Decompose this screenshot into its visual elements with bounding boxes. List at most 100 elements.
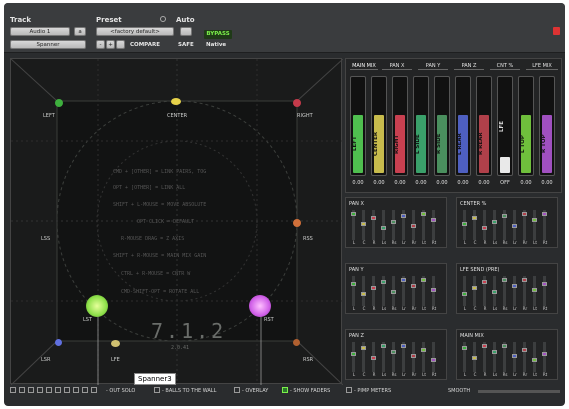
- mini-slider-track[interactable]: [543, 276, 546, 306]
- speaker-rst-ball[interactable]: [249, 295, 271, 317]
- out-solo-checkbox[interactable]: [37, 387, 43, 393]
- mini-slider-knob[interactable]: [351, 212, 356, 216]
- mini-slider-knob[interactable]: [502, 278, 507, 282]
- mini-slider-knob[interactable]: [361, 292, 366, 296]
- mini-slider-track[interactable]: [533, 342, 536, 372]
- mini-slider-track[interactable]: [523, 342, 526, 372]
- balls-checkbox[interactable]: [154, 387, 160, 393]
- fader-r-top[interactable]: R TOP: [539, 76, 555, 176]
- mini-slider-knob[interactable]: [462, 292, 467, 296]
- mini-slider-knob[interactable]: [512, 284, 517, 288]
- plugin-dropdown[interactable]: Spanner: [10, 40, 86, 49]
- mini-slider-knob[interactable]: [431, 218, 436, 222]
- mini-slider-track[interactable]: [382, 210, 385, 240]
- out-solo-checkbox[interactable]: [91, 387, 97, 393]
- mini-slider-knob[interactable]: [391, 350, 396, 354]
- mini-slider-knob[interactable]: [462, 222, 467, 226]
- fader-l-top[interactable]: L TOP: [518, 76, 534, 176]
- speaker-left-dot[interactable]: [55, 99, 63, 107]
- preset-plus-button[interactable]: +: [106, 40, 115, 49]
- mini-slider-knob[interactable]: [512, 354, 517, 358]
- out-solo-checkbox[interactable]: [28, 387, 34, 393]
- mini-slider-knob[interactable]: [532, 288, 537, 292]
- mini-slider-track[interactable]: [483, 210, 486, 240]
- smooth-slider[interactable]: [478, 390, 560, 393]
- mini-slider-knob[interactable]: [522, 348, 527, 352]
- mini-slider-knob[interactable]: [361, 222, 366, 226]
- fader-right[interactable]: RIGHT: [392, 76, 408, 176]
- speaker-rsr-dot[interactable]: [293, 339, 300, 346]
- fader-center[interactable]: CENTER: [371, 76, 387, 176]
- mini-slider-knob[interactable]: [371, 216, 376, 220]
- mini-slider-knob[interactable]: [462, 346, 467, 350]
- speaker-center-dot[interactable]: [171, 98, 181, 105]
- fader-l-rear[interactable]: L REAR: [455, 76, 471, 176]
- mini-slider-track[interactable]: [493, 210, 496, 240]
- mini-slider-knob[interactable]: [472, 216, 477, 220]
- mini-slider-knob[interactable]: [401, 278, 406, 282]
- mini-slider-knob[interactable]: [361, 346, 366, 350]
- out-solo-checkbox[interactable]: [19, 387, 25, 393]
- mini-slider-knob[interactable]: [542, 282, 547, 286]
- out-solo-checkbox[interactable]: [73, 387, 79, 393]
- tab-lfe-mix[interactable]: LFE MIX: [526, 62, 558, 70]
- preset-dropdown[interactable]: <factory default>: [96, 27, 174, 36]
- mini-slider-track[interactable]: [362, 276, 365, 306]
- mini-slider-track[interactable]: [352, 276, 355, 306]
- mini-slider-knob[interactable]: [492, 350, 497, 354]
- mini-slider-knob[interactable]: [401, 214, 406, 218]
- out-solo-checkbox[interactable]: [46, 387, 52, 393]
- speaker-right-dot[interactable]: [293, 99, 301, 107]
- mini-slider-track[interactable]: [473, 210, 476, 240]
- compare-button[interactable]: COMPARE: [130, 42, 160, 48]
- mini-slider-knob[interactable]: [351, 352, 356, 356]
- mini-slider-track[interactable]: [412, 276, 415, 306]
- mini-slider-knob[interactable]: [411, 284, 416, 288]
- fader-lfe[interactable]: LFE: [497, 76, 513, 176]
- show-faders-checkbox[interactable]: [282, 387, 288, 393]
- mini-slider-knob[interactable]: [542, 212, 547, 216]
- fader-r-side[interactable]: R SIDE: [434, 76, 450, 176]
- mini-slider-knob[interactable]: [542, 352, 547, 356]
- mini-slider-knob[interactable]: [381, 280, 386, 284]
- auto-button[interactable]: [180, 27, 192, 36]
- preset-add-button[interactable]: -: [96, 40, 105, 49]
- track-dropdown[interactable]: Audio 1: [10, 27, 70, 36]
- mini-slider-knob[interactable]: [421, 212, 426, 216]
- mini-slider-track[interactable]: [352, 342, 355, 372]
- track-suffix-button[interactable]: a: [74, 27, 86, 36]
- mini-slider-knob[interactable]: [381, 226, 386, 230]
- mini-slider-knob[interactable]: [351, 282, 356, 286]
- mini-slider-knob[interactable]: [391, 290, 396, 294]
- mini-slider-knob[interactable]: [472, 356, 477, 360]
- mini-slider-knob[interactable]: [371, 286, 376, 290]
- mini-slider-knob[interactable]: [431, 358, 436, 362]
- preset-settings-icon[interactable]: [160, 16, 166, 22]
- mini-slider-track[interactable]: [493, 342, 496, 372]
- tab-cnt[interactable]: CNT %: [490, 62, 520, 70]
- surround-panner[interactable]: LEFT CENTER RIGHT LSS RSS LST RST LSR LF…: [10, 58, 343, 385]
- preset-menu-button[interactable]: [116, 40, 125, 49]
- mini-slider-track[interactable]: [392, 342, 395, 372]
- mini-slider-track[interactable]: [432, 342, 435, 372]
- fader-l-side[interactable]: L SIDE: [413, 76, 429, 176]
- out-solo-checkbox[interactable]: [82, 387, 88, 393]
- speaker-lsr-dot[interactable]: [55, 339, 62, 346]
- fader-r-rear[interactable]: R REAR: [476, 76, 492, 176]
- mini-slider-track[interactable]: [543, 342, 546, 372]
- tab-pan-y[interactable]: PAN Y: [418, 62, 448, 70]
- overlay-checkbox[interactable]: [234, 387, 240, 393]
- mini-slider-knob[interactable]: [482, 226, 487, 230]
- mini-slider-knob[interactable]: [401, 344, 406, 348]
- mini-slider-track[interactable]: [463, 276, 466, 306]
- mini-slider-knob[interactable]: [522, 212, 527, 216]
- mini-slider-knob[interactable]: [411, 354, 416, 358]
- close-plugin-icon[interactable]: [553, 27, 560, 35]
- mini-slider-knob[interactable]: [502, 344, 507, 348]
- bypass-button[interactable]: BYPASS: [204, 30, 232, 39]
- mini-slider-knob[interactable]: [421, 348, 426, 352]
- mini-slider-knob[interactable]: [512, 224, 517, 228]
- speaker-lst-ball[interactable]: [86, 295, 108, 317]
- tab-main-mix[interactable]: MAIN MIX: [350, 62, 378, 70]
- mini-slider-knob[interactable]: [532, 358, 537, 362]
